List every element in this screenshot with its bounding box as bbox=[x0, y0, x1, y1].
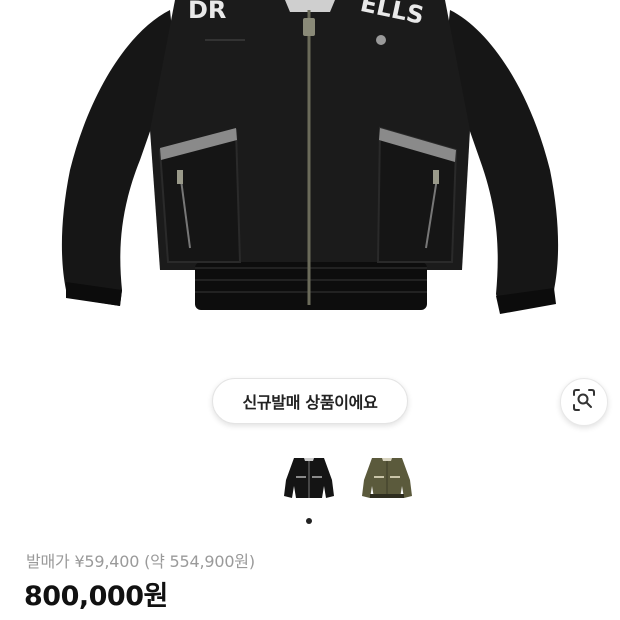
carousel-dot-active[interactable] bbox=[306, 518, 312, 524]
release-price: 발매가 ¥59,400 (약 554,900원) bbox=[26, 552, 255, 571]
new-release-label: 신규발매 상품이에요 bbox=[242, 393, 378, 412]
thumbnail-olive[interactable] bbox=[356, 452, 418, 504]
lens-search-icon bbox=[571, 387, 597, 417]
lens-search-button[interactable] bbox=[560, 378, 608, 426]
thumbnail-black[interactable] bbox=[278, 452, 340, 504]
current-price: 800,000원 bbox=[24, 581, 168, 612]
carousel-indicator bbox=[306, 518, 314, 526]
jacket-illustration: DR ELLS bbox=[61, 0, 559, 314]
new-release-badge[interactable]: 신규발매 상품이에요 bbox=[212, 378, 408, 424]
jacket-lettering-left: DR bbox=[188, 0, 226, 24]
product-image[interactable]: DR ELLS bbox=[0, 0, 620, 345]
color-thumbnails bbox=[278, 452, 422, 504]
